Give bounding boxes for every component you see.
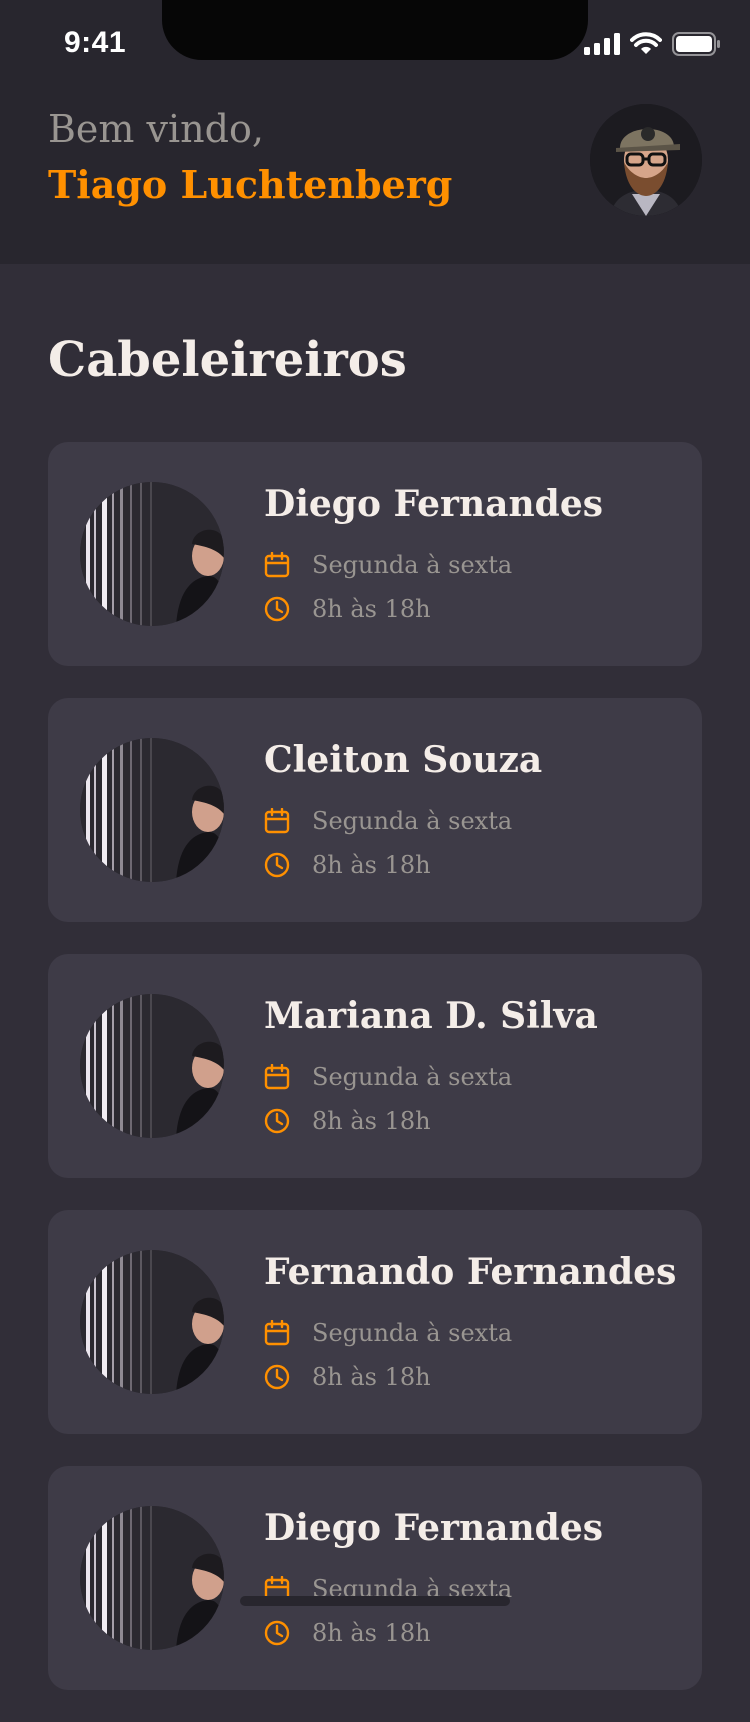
provider-days-text: Segunda à sexta — [312, 807, 513, 835]
cellular-signal-icon — [584, 33, 620, 55]
provider-photo — [80, 1250, 224, 1394]
provider-avatar — [80, 1506, 224, 1650]
provider-avatar — [80, 738, 224, 882]
provider-days: Segunda à sexta — [264, 808, 512, 834]
device-notch — [162, 0, 588, 60]
provider-card[interactable]: Diego Fernandes Segunda à sexta 8h às 18… — [48, 442, 702, 666]
provider-hours-text: 8h às 18h — [312, 1619, 431, 1647]
provider-list: Diego Fernandes Segunda à sexta 8h às 18… — [48, 442, 702, 1722]
provider-photo — [80, 482, 224, 626]
provider-photo — [80, 1506, 224, 1650]
battery-icon — [672, 32, 720, 56]
welcome-text: Bem vindo, — [48, 107, 264, 151]
clock-icon — [264, 852, 290, 878]
clock-icon — [264, 1364, 290, 1390]
provider-hours-text: 8h às 18h — [312, 851, 431, 879]
provider-photo — [80, 994, 224, 1138]
provider-days: Segunda à sexta — [264, 1064, 512, 1090]
section-title: Cabeleireiros — [48, 332, 407, 388]
clock-icon — [264, 1108, 290, 1134]
provider-photo — [80, 738, 224, 882]
provider-card[interactable]: Cleiton Souza Segunda à sexta 8h às 18h — [48, 698, 702, 922]
provider-hours-text: 8h às 18h — [312, 595, 431, 623]
provider-days-text: Segunda à sexta — [312, 1319, 513, 1347]
status-time: 9:41 — [64, 26, 127, 59]
provider-hours-text: 8h às 18h — [312, 1107, 431, 1135]
provider-name: Diego Fernandes — [264, 1507, 603, 1549]
provider-hours: 8h às 18h — [264, 1108, 431, 1134]
provider-avatar — [80, 482, 224, 626]
provider-name: Fernando Fernandes — [264, 1251, 677, 1293]
provider-hours: 8h às 18h — [264, 596, 431, 622]
calendar-icon — [264, 1320, 290, 1346]
provider-hours: 8h às 18h — [264, 1364, 431, 1390]
user-avatar-illustration — [590, 104, 702, 216]
header-bar: 9:41 Bem vindo, Tiago Luchtenberg — [0, 0, 750, 264]
calendar-icon — [264, 552, 290, 578]
wifi-icon — [630, 32, 662, 54]
provider-hours-text: 8h às 18h — [312, 1363, 431, 1391]
calendar-icon — [264, 1064, 290, 1090]
provider-card[interactable]: Mariana D. Silva Segunda à sexta 8h às 1… — [48, 954, 702, 1178]
provider-name: Diego Fernandes — [264, 483, 603, 525]
user-name: Tiago Luchtenberg — [48, 162, 453, 207]
home-indicator[interactable] — [240, 1596, 510, 1606]
provider-avatar — [80, 1250, 224, 1394]
provider-card[interactable]: Fernando Fernandes Segunda à sexta 8h às… — [48, 1210, 702, 1434]
calendar-icon — [264, 808, 290, 834]
provider-name: Cleiton Souza — [264, 739, 543, 781]
provider-days-text: Segunda à sexta — [312, 551, 513, 579]
clock-icon — [264, 596, 290, 622]
profile-avatar[interactable] — [590, 104, 702, 216]
provider-days-text: Segunda à sexta — [312, 1063, 513, 1091]
provider-days: Segunda à sexta — [264, 1320, 512, 1346]
provider-avatar — [80, 994, 224, 1138]
provider-card[interactable]: Diego Fernandes Segunda à sexta 8h às 18… — [48, 1466, 702, 1690]
status-icons — [584, 32, 720, 56]
provider-days: Segunda à sexta — [264, 552, 512, 578]
provider-hours: 8h às 18h — [264, 852, 431, 878]
provider-name: Mariana D. Silva — [264, 995, 598, 1037]
